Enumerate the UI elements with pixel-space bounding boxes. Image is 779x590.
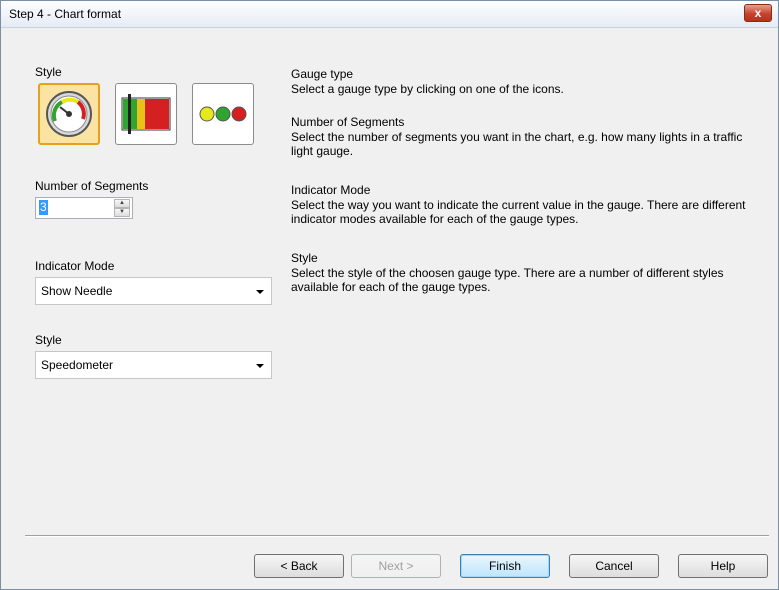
spinner-down-button[interactable]: ▼ [114, 208, 130, 217]
speedometer-gauge-icon [46, 91, 92, 137]
segments-label: Number of Segments [35, 179, 149, 193]
spinner-up-button[interactable]: ▲ [114, 199, 130, 208]
next-button[interactable]: Next > [351, 554, 441, 578]
cancel-button[interactable]: Cancel [569, 554, 659, 578]
segments-heading: Number of Segments [291, 115, 405, 129]
traffic-light-gauge-icon [199, 106, 247, 122]
indicator-mode-heading: Indicator Mode [291, 183, 371, 197]
spinner-buttons: ▲ ▼ [114, 199, 130, 217]
button-separator [25, 535, 769, 537]
chevron-down-icon [256, 364, 264, 368]
bar-gauge-icon [121, 94, 171, 134]
dialog-window: Step 4 - Chart format x Style Number of … [0, 0, 779, 590]
segments-description: Select the number of segments you want i… [291, 130, 743, 158]
style-select-value: Speedometer [41, 358, 114, 372]
dialog-title: Step 4 - Chart format [9, 7, 122, 21]
gauge-type-heading: Gauge type [291, 67, 354, 81]
close-icon: x [754, 6, 762, 20]
chevron-down-icon [256, 290, 264, 294]
title-bar[interactable]: Step 4 - Chart format x [1, 1, 778, 28]
finish-button[interactable]: Finish [460, 554, 550, 578]
help-button[interactable]: Help [678, 554, 768, 578]
segments-value[interactable]: 3 [39, 200, 48, 215]
speedometer-gauge-button[interactable] [38, 83, 100, 145]
bar-gauge-button[interactable] [115, 83, 177, 145]
back-button[interactable]: < Back [254, 554, 344, 578]
style-select-label: Style [35, 333, 62, 347]
style-select[interactable]: Speedometer [35, 351, 272, 379]
style-heading: Style [291, 251, 318, 265]
close-button[interactable]: x [744, 4, 772, 22]
indicator-mode-value: Show Needle [41, 284, 113, 298]
traffic-light-gauge-button[interactable] [192, 83, 254, 145]
indicator-mode-description: Select the way you want to indicate the … [291, 198, 746, 226]
segments-spinner[interactable]: 3 ▲ ▼ [35, 197, 133, 219]
indicator-mode-label: Indicator Mode [35, 259, 115, 273]
style-description: Select the style of the choosen gauge ty… [291, 266, 724, 294]
gauge-type-description: Select a gauge type by clicking on one o… [291, 82, 564, 96]
style-label: Style [35, 65, 62, 79]
indicator-mode-select[interactable]: Show Needle [35, 277, 272, 305]
